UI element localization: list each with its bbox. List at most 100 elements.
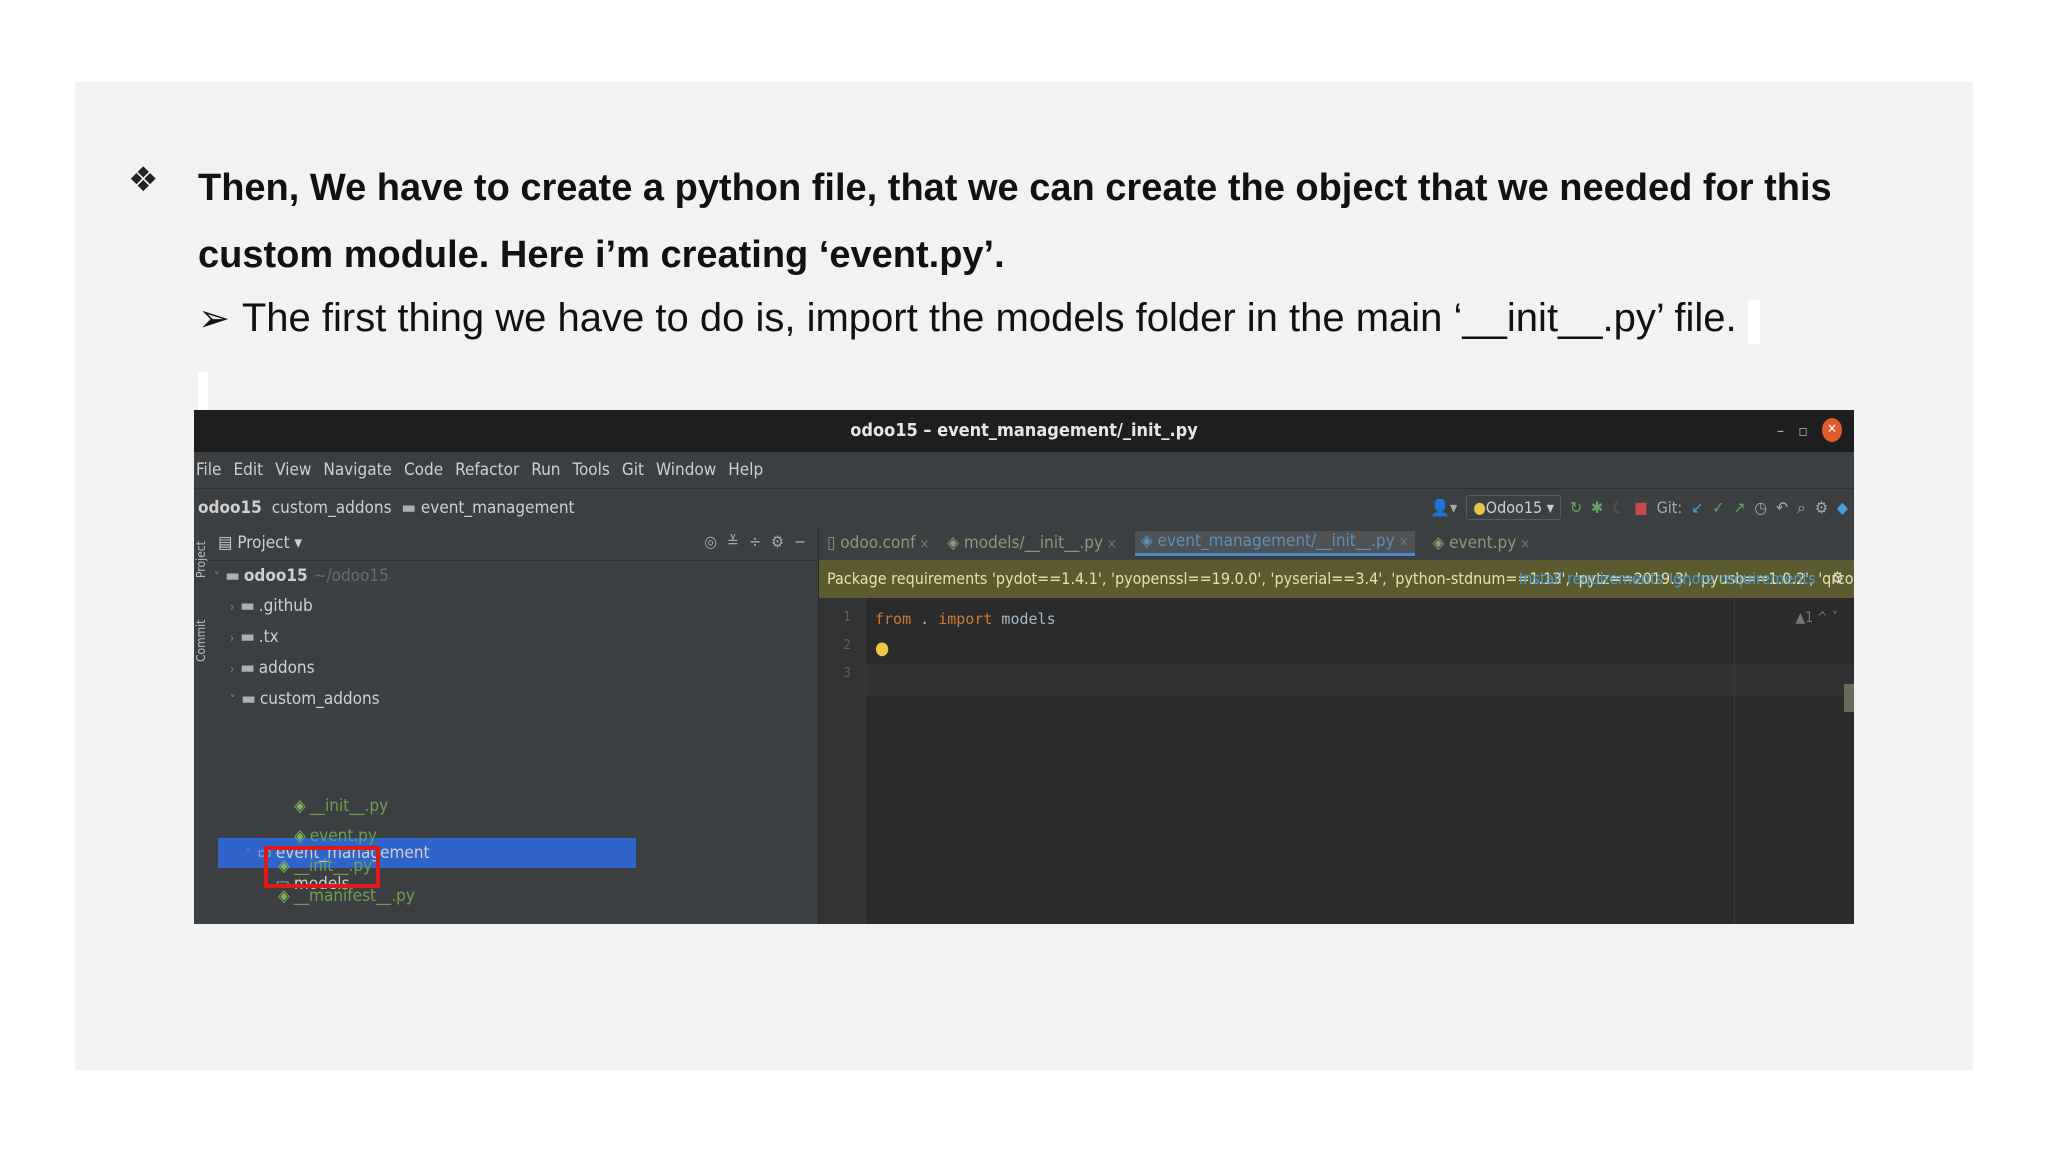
window-title: odoo15 – event_management/_init_.py	[850, 420, 1198, 441]
current-line-highlight	[866, 664, 1854, 696]
menu-help[interactable]: Help	[728, 460, 763, 480]
arrow-bullet-icon: ➢	[198, 296, 230, 340]
gear-icon[interactable]: ⚙	[1831, 568, 1844, 587]
tree-item-event-management[interactable]: ˅ ▭ event_management	[246, 839, 430, 867]
menu-edit[interactable]: Edit	[233, 460, 263, 480]
tree-item-tx[interactable]: › ▬ .tx	[230, 623, 279, 651]
close-icon[interactable]: ✕	[1822, 418, 1842, 442]
main-toolbar: 👤▾ ●Odoo15 ▾ ↻ ✱ ☾ ■ Git: ↙ ✓ ↗ ◷ ↶ ⌕ ⚙ …	[1430, 495, 1848, 520]
git-commit-icon[interactable]: ✓	[1712, 498, 1724, 517]
breadcrumb: odoo15 custom_addons ▬ event_management	[198, 498, 575, 518]
tree-item-github[interactable]: › ▬ .github	[230, 592, 313, 620]
tool-window-strip: Project Commit	[194, 526, 208, 924]
git-update-icon[interactable]: ↙	[1691, 498, 1703, 517]
project-panel-header: ▤ Project ▾ ◎ ≚ ÷ ⚙ −	[208, 526, 818, 561]
file-icon: ▯	[827, 533, 841, 553]
coverage-icon[interactable]: ☾	[1612, 498, 1625, 517]
menu-git[interactable]: Git	[622, 460, 644, 480]
git-label: Git:	[1656, 498, 1683, 517]
expand-all-icon[interactable]: ≚	[727, 532, 739, 551]
menu-view[interactable]: View	[275, 460, 311, 480]
rerun-icon[interactable]: ↻	[1570, 498, 1582, 517]
hide-icon[interactable]: −	[794, 532, 806, 551]
bullet-diamond-icon: ❖	[128, 160, 159, 200]
minimize-icon[interactable]: –	[1777, 421, 1784, 440]
menu-run[interactable]: Run	[531, 460, 560, 480]
menu-refactor[interactable]: Refactor	[455, 460, 519, 480]
collapse-all-icon[interactable]: ÷	[749, 532, 761, 551]
debug-icon[interactable]: ✱	[1591, 498, 1603, 517]
run-config-select[interactable]: ●Odoo15 ▾	[1466, 495, 1561, 520]
menu-code[interactable]: Code	[404, 460, 443, 480]
plugin-icon[interactable]: ◆	[1837, 498, 1848, 517]
git-push-icon[interactable]: ↗	[1733, 498, 1745, 517]
module-folder-icon: ▭	[275, 874, 290, 894]
tab-event-py[interactable]: ◈ event.py ×	[1433, 533, 1531, 553]
user-icon[interactable]: 👤▾	[1430, 498, 1457, 517]
navigation-bar: odoo15 custom_addons ▬ event_management …	[194, 488, 1854, 527]
breadcrumb-event-management[interactable]: ▬ event_management	[402, 498, 575, 518]
project-view-select[interactable]: ▤ Project ▾	[218, 533, 302, 553]
close-icon[interactable]: ×	[1399, 535, 1409, 550]
breadcrumb-custom-addons[interactable]: custom_addons	[272, 498, 392, 518]
panel-icon: ▤	[218, 533, 238, 553]
python-file-icon: ◈	[1432, 533, 1450, 553]
search-icon[interactable]: ⌕	[1797, 498, 1806, 518]
text-cursor-mark	[198, 372, 208, 410]
project-tool-label[interactable]: Project	[194, 528, 208, 578]
folder-icon: ▬	[240, 596, 255, 616]
project-panel: ▤ Project ▾ ◎ ≚ ÷ ⚙ − ˅ ▬ odoo15 ~/odoo15 ›…	[208, 526, 819, 924]
text-cursor-mark	[1748, 300, 1760, 344]
python-icon: ●	[1473, 498, 1486, 517]
menu-tools[interactable]: Tools	[573, 460, 610, 480]
code-line[interactable]: from . import models	[875, 610, 1056, 628]
rollback-icon[interactable]: ↶	[1776, 498, 1788, 517]
tree-item-addons[interactable]: › ▬ addons	[230, 654, 315, 682]
stop-icon[interactable]: ■	[1634, 498, 1648, 517]
maximize-icon[interactable]: ▫	[1798, 421, 1808, 440]
settings-gear-icon[interactable]: ⚙	[1815, 498, 1828, 517]
close-icon[interactable]: ×	[1107, 537, 1117, 552]
folder-icon: ▬	[401, 498, 421, 518]
line-gutter: 1 2 3	[819, 598, 866, 924]
module-folder-icon: ▭	[257, 843, 272, 863]
locate-icon[interactable]: ◎	[704, 532, 717, 551]
python-file-icon: ◈	[1140, 530, 1158, 551]
sub-point: ➢ The first thing we have to do is, impor…	[198, 296, 1737, 341]
folder-icon: ▬	[225, 566, 240, 586]
line-number: 3	[843, 666, 851, 681]
tree-item-root[interactable]: ˅ ▬ odoo15 ~/odoo15	[214, 562, 389, 590]
close-icon[interactable]: ×	[1520, 537, 1530, 552]
sub-point-text: The first thing we have to do is, import…	[241, 296, 1737, 340]
tab-event-management-init[interactable]: ◈ event_management/__init__.py ×	[1134, 530, 1415, 556]
tab-odoo-conf[interactable]: ▯ odoo.conf ×	[827, 533, 929, 553]
line-number: 2	[843, 638, 851, 653]
python-file-icon: ◈	[947, 533, 964, 553]
menu-navigate[interactable]: Navigate	[323, 460, 392, 480]
editor-area: ▯ odoo.conf × ◈ models/__init__.py × ◈ eve…	[819, 526, 1854, 924]
lightbulb-icon[interactable]: ●	[875, 638, 889, 659]
install-requirements-link[interactable]: Install requirements	[1519, 569, 1663, 588]
tab-models-init[interactable]: ◈ models/__init__.py ×	[947, 533, 1117, 553]
close-icon[interactable]: ×	[919, 537, 929, 552]
window-controls: – ▫ ✕	[1777, 418, 1842, 442]
tree-item-custom-addons[interactable]: ˅ ▬ custom_addons	[230, 685, 380, 713]
inspection-widget[interactable]: ▲1 ^ ˅	[1795, 610, 1838, 626]
folder-icon: ▬	[240, 627, 255, 647]
menu-bar: File Edit View Navigate Code Refactor Ru…	[194, 452, 1854, 488]
menu-window[interactable]: Window	[656, 460, 716, 480]
commit-tool-label[interactable]: Commit	[194, 612, 208, 662]
editor-tabs: ▯ odoo.conf × ◈ models/__init__.py × ◈ eve…	[819, 526, 1854, 560]
requirements-banner: Package requirements 'pydot==1.4.1', 'py…	[819, 560, 1854, 598]
ignore-requirements-link[interactable]: Ignore requirements	[1669, 569, 1816, 588]
breadcrumb-root[interactable]: odoo15	[198, 498, 262, 518]
history-icon[interactable]: ◷	[1754, 498, 1767, 517]
right-margin-guide	[1734, 598, 1735, 924]
folder-icon: ▬	[241, 689, 256, 709]
heading-text: Then, We have to create a python file, t…	[198, 167, 1832, 276]
scrollbar-marker[interactable]	[1844, 684, 1854, 712]
menu-file[interactable]: File	[196, 460, 221, 480]
gear-icon[interactable]: ⚙	[771, 532, 784, 551]
tree-item-models[interactable]: ˅ ▭ models	[264, 870, 349, 898]
folder-icon: ▬	[240, 658, 255, 678]
